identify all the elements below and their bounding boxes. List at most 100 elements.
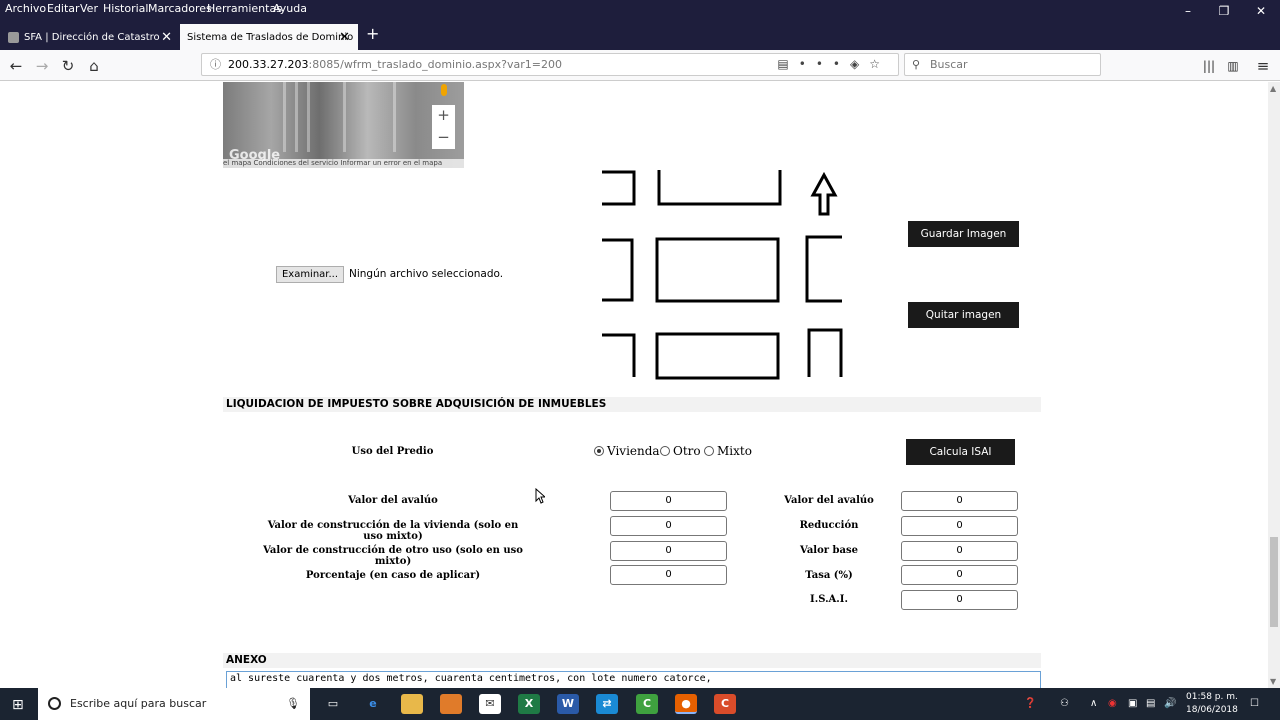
scroll-down-icon[interactable]: ▼: [1270, 677, 1276, 686]
store-icon[interactable]: [440, 694, 462, 714]
info-icon[interactable]: ⓘ: [210, 54, 221, 75]
zoom-in-button[interactable]: +: [432, 105, 455, 127]
cortana-icon: [48, 697, 61, 710]
search-bar[interactable]: ⚲ Buscar: [904, 53, 1101, 76]
word-icon[interactable]: W: [557, 694, 579, 714]
home-icon[interactable]: ⌂: [83, 55, 105, 77]
camtasia-icon[interactable]: C: [636, 694, 658, 714]
reader-view-icon[interactable]: ▤: [777, 57, 798, 71]
annex-title: ANEXO: [223, 653, 1041, 668]
calc-isai-button[interactable]: Calcula ISAI: [906, 439, 1015, 465]
scrollbar-thumb[interactable]: [1270, 537, 1278, 627]
mouse-cursor-icon: [535, 488, 545, 504]
microphone-icon[interactable]: 🎙: [286, 688, 300, 720]
page-actions-menu-icon[interactable]: •••: [799, 57, 850, 71]
save-image-button[interactable]: Guardar Imagen: [908, 221, 1019, 247]
bookmark-star-icon[interactable]: ☆: [869, 57, 890, 71]
google-map[interactable]: + − Google el mapa Condiciones del servi…: [223, 82, 464, 168]
isai-label: I.S.A.I.: [810, 594, 848, 605]
windows-taskbar: ⊞ Escribe aquí para buscar 🎙 ▭ e ✉ X W ⇄…: [0, 688, 1280, 720]
valor-construccion-otro-input[interactable]: 0: [610, 541, 727, 561]
valor-base-output[interactable]: 0: [901, 541, 1018, 561]
close-tab-icon[interactable]: ✕: [339, 24, 350, 51]
menu-archivo[interactable]: Archivo: [5, 2, 46, 15]
zoom-out-button[interactable]: −: [432, 127, 455, 149]
valor-construccion-vivienda-input[interactable]: 0: [610, 516, 727, 536]
remove-image-button[interactable]: Quitar imagen: [908, 302, 1019, 328]
menu-historial[interactable]: Historial: [103, 2, 148, 15]
tray-app-icon[interactable]: ▣: [1128, 688, 1137, 720]
help-icon[interactable]: ❓: [1024, 688, 1036, 720]
page-actions: ▤•••◈☆: [777, 54, 890, 75]
valor-base-label: Valor base: [799, 545, 858, 556]
isai-section-title: LIQUIDACION DE IMPUESTO SOBRE ADQUISICIÓ…: [223, 397, 1041, 412]
tab-traslados-dominio[interactable]: Sistema de Traslados de Dominio ✕: [180, 24, 358, 51]
people-icon[interactable]: ⚇: [1060, 688, 1069, 720]
menu-ayuda[interactable]: Ayuda: [273, 2, 307, 15]
antivirus-icon[interactable]: ◉: [1108, 688, 1117, 720]
url-bar[interactable]: ⓘ 200.33.27.203:8085/wfrm_traslado_domin…: [201, 53, 899, 76]
annex-textarea[interactable]: al sureste cuarenta y dos metros, cuaren…: [226, 671, 1041, 688]
close-tab-icon[interactable]: ✕: [161, 24, 172, 51]
edge-icon[interactable]: e: [362, 694, 384, 714]
tasa-output[interactable]: 0: [901, 565, 1018, 585]
street-view-pegman-icon[interactable]: [441, 84, 447, 96]
tab-sfa-catastro[interactable]: SFA | Dirección de Catastro ✕: [0, 24, 180, 51]
tab-title: SFA | Dirección de Catastro: [24, 32, 160, 43]
radio-otro[interactable]: Otro: [660, 444, 701, 458]
browse-file-button[interactable]: Examinar...: [276, 266, 344, 283]
menu-bar: Archivo Editar Ver Historial Marcadores …: [0, 0, 1280, 18]
radio-mixto[interactable]: Mixto: [704, 444, 752, 458]
porcentaje-label: Porcentaje (en caso de aplicar): [305, 570, 481, 581]
menu-ver[interactable]: Ver: [80, 2, 98, 15]
radio-checked-icon: [594, 446, 604, 456]
windows-start-icon[interactable]: ⊞: [12, 697, 24, 713]
radio-vivienda[interactable]: Vivienda: [594, 444, 660, 458]
firefox-icon[interactable]: ●: [675, 694, 697, 714]
scroll-up-icon[interactable]: ▲: [1270, 84, 1276, 93]
valor-avaluo-input[interactable]: 0: [610, 491, 727, 511]
page-scrollbar[interactable]: ▲ ▼: [1268, 82, 1280, 688]
hamburger-menu-icon[interactable]: ≡: [1252, 55, 1274, 77]
file-status: Ningún archivo seleccionado.: [349, 268, 504, 280]
pocket-icon[interactable]: ◈: [850, 57, 869, 71]
nav-bar: ← → ↻ ⌂ ⓘ 200.33.27.203:8085/wfrm_trasla…: [0, 50, 1280, 81]
radio-unchecked-icon: [660, 446, 670, 456]
excel-icon[interactable]: X: [518, 694, 540, 714]
map-footer[interactable]: el mapa Condiciones del servicio Informa…: [223, 159, 464, 168]
volume-icon[interactable]: 🔊: [1164, 688, 1176, 720]
valor-avaluo-right-label: Valor del avalúo: [784, 495, 874, 506]
clock-time: 01:58 p. m.: [1186, 692, 1238, 702]
mail-icon[interactable]: ✉: [479, 694, 501, 714]
back-icon[interactable]: ←: [5, 55, 27, 77]
isai-output[interactable]: 0: [901, 590, 1018, 610]
search-icon: ⚲: [912, 58, 921, 71]
network-icon[interactable]: ▤: [1146, 688, 1155, 720]
search-placeholder: Buscar: [930, 58, 968, 71]
forward-icon[interactable]: →: [31, 55, 53, 77]
system-clock[interactable]: 01:58 p. m. 18/06/2018: [1186, 691, 1238, 717]
reduccion-label: Reducción: [799, 520, 859, 531]
menu-editar[interactable]: Editar: [47, 2, 80, 15]
clock-date: 18/06/2018: [1186, 705, 1238, 715]
new-tab-icon[interactable]: +: [366, 24, 379, 43]
porcentaje-input[interactable]: 0: [610, 565, 727, 585]
menu-marcadores[interactable]: Marcadores: [148, 2, 212, 15]
notifications-icon[interactable]: ☐: [1250, 688, 1259, 720]
valor-avaluo-label: Valor del avalúo: [348, 495, 438, 506]
tray-expand-icon[interactable]: ∧: [1090, 688, 1097, 720]
recorder-icon[interactable]: C: [714, 694, 736, 714]
taskbar-search[interactable]: Escribe aquí para buscar 🎙: [38, 688, 310, 720]
teamviewer-icon[interactable]: ⇄: [596, 694, 618, 714]
task-view-icon[interactable]: ▭: [322, 694, 344, 714]
menu-herramientas[interactable]: Herramientas: [207, 2, 282, 15]
north-arrow-icon: [810, 171, 838, 216]
file-explorer-icon[interactable]: [401, 694, 423, 714]
tab-title: Sistema de Traslados de Dominio: [187, 32, 354, 43]
library-icon[interactable]: |||: [1198, 55, 1220, 77]
reload-icon[interactable]: ↻: [57, 55, 79, 77]
sidebar-icon[interactable]: ▥: [1222, 55, 1244, 77]
valor-avaluo-right-output[interactable]: 0: [901, 491, 1018, 511]
url-host: 200.33.27.203: [228, 58, 309, 71]
reduccion-output[interactable]: 0: [901, 516, 1018, 536]
